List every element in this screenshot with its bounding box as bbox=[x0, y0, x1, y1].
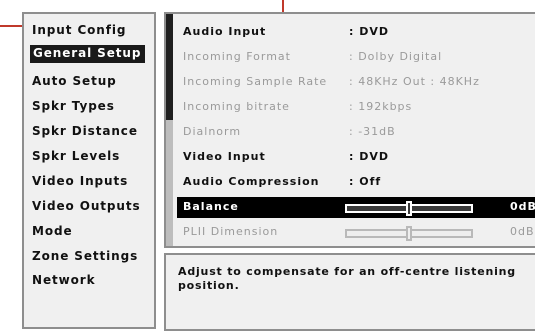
audio-compression-label[interactable]: Audio Compression bbox=[183, 175, 319, 188]
video-input-label[interactable]: Video Input bbox=[183, 150, 266, 163]
balance-label[interactable]: Balance bbox=[183, 200, 239, 213]
menu-item-spkr-distance[interactable]: Spkr Distance bbox=[32, 124, 138, 138]
incoming-bitrate-label: Incoming bitrate bbox=[183, 100, 290, 113]
plii-dimension-value: 0dB bbox=[510, 225, 535, 238]
scrollbar[interactable] bbox=[166, 14, 173, 246]
audio-input-label[interactable]: Audio Input bbox=[183, 25, 266, 38]
help-panel: Adjust to compensate for an off-centre l… bbox=[164, 253, 535, 331]
video-input-value[interactable]: : DVD bbox=[349, 150, 389, 163]
incoming-bitrate-value: : 192kbps bbox=[349, 100, 413, 113]
menu-item-auto-setup[interactable]: Auto Setup bbox=[32, 74, 117, 88]
menu-item-network[interactable]: Network bbox=[32, 273, 95, 287]
menu-item-general-setup[interactable]: General Setup bbox=[30, 45, 146, 63]
incoming-format-value: : Dolby Digital bbox=[349, 50, 443, 63]
menu-item-input-config[interactable]: Input Config bbox=[32, 23, 126, 37]
plii-dimension-slider-thumb bbox=[406, 226, 412, 241]
dialnorm-label: Dialnorm bbox=[183, 125, 242, 138]
plii-dimension-label: PLII Dimension bbox=[183, 225, 279, 238]
callout-line-menu bbox=[0, 25, 23, 27]
incoming-sample-rate-label: Incoming Sample Rate bbox=[183, 75, 328, 88]
balance-slider-thumb[interactable] bbox=[406, 201, 412, 216]
menu-item-zone-settings[interactable]: Zone Settings bbox=[32, 249, 138, 263]
menu-item-spkr-types[interactable]: Spkr Types bbox=[32, 99, 115, 113]
menu-item-mode[interactable]: Mode bbox=[32, 224, 73, 238]
menu-item-video-inputs[interactable]: Video Inputs bbox=[32, 174, 128, 188]
audio-compression-value[interactable]: : Off bbox=[349, 175, 381, 188]
settings-menu: Input Config General Setup Auto Setup Sp… bbox=[22, 12, 156, 329]
scrollbar-thumb[interactable] bbox=[166, 14, 173, 120]
incoming-sample-rate-value: : 48KHz Out : 48KHz bbox=[349, 75, 480, 88]
general-setup-panel: Audio Input : DVD Incoming Format : Dolb… bbox=[164, 12, 535, 248]
audio-input-value[interactable]: : DVD bbox=[349, 25, 389, 38]
menu-item-spkr-levels[interactable]: Spkr Levels bbox=[32, 149, 120, 163]
balance-value: 0dB bbox=[510, 200, 535, 213]
help-text: Adjust to compensate for an off-centre l… bbox=[178, 265, 516, 292]
menu-item-video-outputs[interactable]: Video Outputs bbox=[32, 199, 141, 213]
incoming-format-label: Incoming Format bbox=[183, 50, 291, 63]
dialnorm-value: : -31dB bbox=[349, 125, 396, 138]
